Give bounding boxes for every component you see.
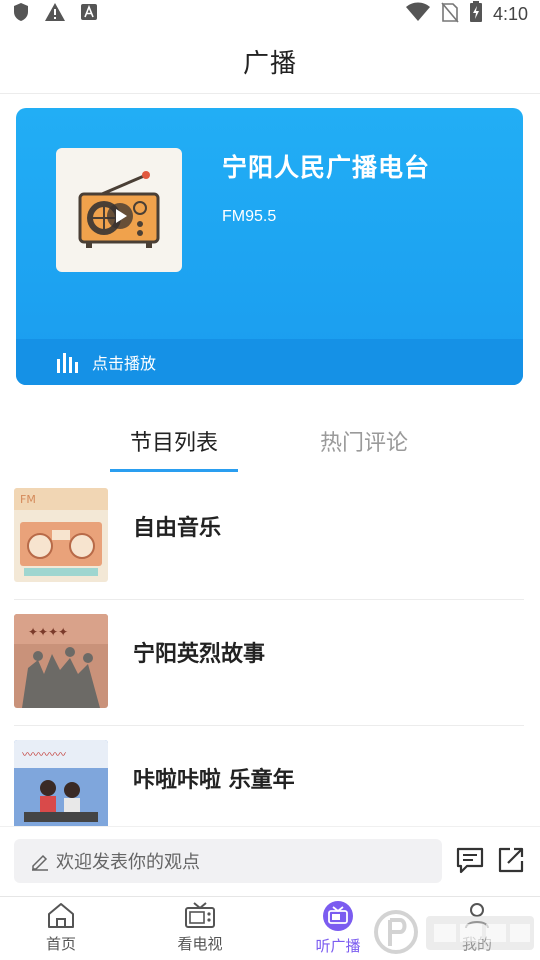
- app-notification-icon: [80, 3, 98, 25]
- list-item[interactable]: ✦✦✦✦ 宁阳英烈故事: [0, 600, 540, 726]
- nav-home-label: 首页: [45, 935, 76, 953]
- share-icon: [498, 847, 524, 873]
- status-right-icons: 4:10: [405, 1, 528, 27]
- comments-button[interactable]: [455, 845, 487, 877]
- nav-profile-label: 我的: [461, 935, 492, 953]
- list-item[interactable]: 〰〰〰〰 咔啦咔啦 乐童年: [0, 726, 540, 834]
- status-bar: 4:10: [0, 0, 540, 28]
- home-icon: [48, 903, 74, 928]
- warning-icon: [44, 2, 66, 26]
- station-name: 宁阳人民广播电台: [222, 153, 431, 182]
- station-card[interactable]: 宁阳人民广播电台 FM95.5 点击播放: [16, 108, 523, 385]
- profile-icon: [465, 903, 489, 929]
- radio-icon: [323, 901, 353, 931]
- svg-text:〰〰〰〰: 〰〰〰〰: [22, 748, 66, 761]
- shield-icon: [12, 2, 30, 26]
- page-title: 广播: [242, 49, 297, 79]
- status-left-icons: [12, 2, 98, 26]
- active-tab-indicator: [110, 469, 238, 472]
- tab-program-list[interactable]: 节目列表: [110, 410, 238, 472]
- audio-bars-icon: [57, 353, 78, 373]
- radio-illustration-icon: [78, 171, 160, 248]
- comment-input[interactable]: 欢迎发表你的观点: [14, 839, 442, 883]
- svg-text:✦✦✦✦: ✦✦✦✦: [28, 625, 68, 639]
- nav-tv[interactable]: 看电视: [155, 901, 245, 960]
- nav-radio[interactable]: 听广播: [293, 901, 383, 960]
- program-thumbnail: FM: [14, 488, 108, 582]
- wifi-icon: [405, 2, 431, 26]
- station-logo: [56, 148, 182, 272]
- no-sim-icon: [441, 1, 459, 27]
- bottom-nav: 首页 看电视 听广播 我的: [0, 896, 540, 960]
- program-thumbnail: 〰〰〰〰: [14, 740, 108, 834]
- content-tabs: 节目列表 热门评论: [0, 410, 540, 474]
- tab-hot-comments[interactable]: 热门评论: [300, 410, 428, 472]
- station-frequency: FM95.5: [222, 208, 277, 225]
- battery-charging-icon: [469, 1, 483, 27]
- comment-icon: [456, 847, 484, 874]
- comment-placeholder: 欢迎发表你的观点: [56, 852, 200, 873]
- play-label: 点击播放: [92, 354, 157, 373]
- nav-home[interactable]: 首页: [16, 901, 106, 960]
- svg-text:FM: FM: [20, 493, 36, 506]
- clock-time: 4:10: [492, 3, 528, 24]
- pencil-icon: [32, 854, 48, 871]
- program-thumbnail: ✦✦✦✦: [14, 614, 108, 708]
- list-item[interactable]: FM 自由音乐: [0, 474, 540, 600]
- share-button[interactable]: [496, 845, 528, 877]
- program-title: 自由音乐: [133, 516, 222, 541]
- nav-profile[interactable]: 我的: [432, 901, 522, 960]
- program-title: 咔啦咔啦 乐童年: [133, 768, 295, 793]
- nav-radio-label: 听广播: [315, 937, 361, 955]
- nav-tv-label: 看电视: [177, 935, 223, 953]
- play-button[interactable]: 点击播放: [16, 339, 523, 385]
- tv-icon: [185, 902, 215, 928]
- page-header: 广播: [0, 30, 540, 94]
- comment-bar: 欢迎发表你的观点: [0, 826, 540, 896]
- program-title: 宁阳英烈故事: [133, 642, 266, 667]
